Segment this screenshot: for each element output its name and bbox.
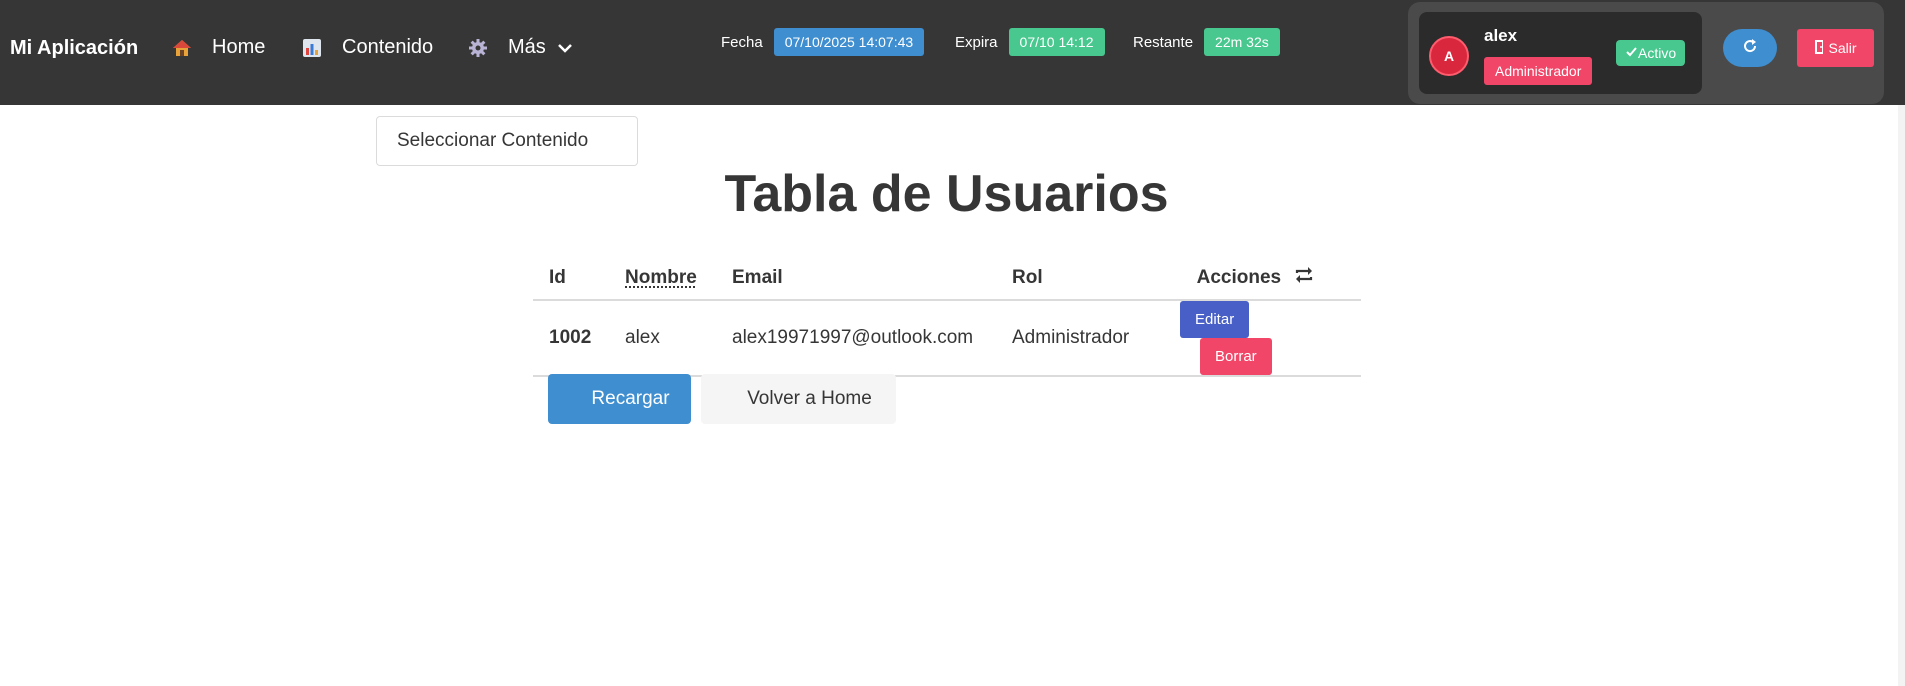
brand-title[interactable]: Mi Aplicación bbox=[10, 37, 138, 60]
user-status-label: Activo bbox=[1638, 45, 1677, 61]
cell-name: alex bbox=[609, 300, 716, 377]
refresh-icon bbox=[1742, 38, 1758, 59]
bar-chart-icon bbox=[302, 38, 322, 58]
cell-id: 1002 bbox=[533, 300, 609, 377]
cell-actions: Editar Borrar bbox=[1150, 300, 1361, 377]
nav-home[interactable]: Home bbox=[172, 36, 265, 59]
nav-content[interactable]: Contenido bbox=[302, 36, 433, 59]
nav-home-label: Home bbox=[212, 36, 266, 58]
refresh-session-button[interactable] bbox=[1723, 29, 1777, 67]
navbar: Mi Aplicación Home Contenido Más Fecha 0… bbox=[0, 0, 1905, 105]
check-icon bbox=[1625, 45, 1638, 61]
table-header-row: Id Nombre Email Rol Acciones bbox=[533, 257, 1361, 301]
reload-button[interactable]: Recargar bbox=[548, 374, 691, 424]
delete-button[interactable]: Borrar bbox=[1200, 338, 1272, 375]
session-date: Fecha 07/10/2025 14:07:43 bbox=[721, 28, 925, 56]
sort-arrows-icon[interactable] bbox=[1294, 266, 1314, 290]
col-role: Rol bbox=[996, 257, 1150, 301]
door-icon bbox=[1814, 39, 1828, 58]
avatar[interactable]: A bbox=[1429, 36, 1469, 76]
nav-content-label: Contenido bbox=[342, 36, 434, 58]
cell-email: alex19971997@outlook.com bbox=[716, 300, 996, 377]
logout-label: Salir bbox=[1828, 40, 1857, 56]
gear-icon bbox=[468, 38, 488, 58]
session-date-tag: 07/10/2025 14:07:43 bbox=[773, 28, 925, 56]
content-select[interactable]: Seleccionar Contenido bbox=[376, 116, 638, 166]
session-remaining-tag: 22m 32s bbox=[1204, 28, 1280, 56]
session-remaining: Restante 22m 32s bbox=[1133, 28, 1280, 56]
user-status-badge: Activo bbox=[1616, 40, 1686, 66]
col-actions: Acciones bbox=[1150, 257, 1361, 301]
session-date-label: Fecha bbox=[721, 33, 763, 51]
house-icon bbox=[172, 38, 192, 58]
users-table: Id Nombre Email Rol Acciones 1002 alex a… bbox=[533, 257, 1361, 377]
col-actions-label: Acciones bbox=[1196, 267, 1282, 289]
nav-more-label: Más bbox=[508, 36, 546, 58]
user-role-badge: Administrador bbox=[1484, 57, 1593, 85]
nav-more-dropdown[interactable]: Más bbox=[468, 36, 574, 59]
page-title: Tabla de Usuarios bbox=[724, 165, 1169, 223]
scrollbar[interactable] bbox=[1898, 105, 1905, 686]
session-expires-label: Expira bbox=[955, 33, 998, 51]
chevron-down-icon bbox=[556, 39, 574, 57]
table-row: 1002 alex alex19971997@outlook.com Admin… bbox=[533, 300, 1361, 377]
back-home-button[interactable]: Volver a Home bbox=[701, 374, 896, 424]
session-expires-tag: 07/10 14:12 bbox=[1008, 28, 1105, 56]
cell-role: Administrador bbox=[996, 300, 1150, 377]
session-expires: Expira 07/10 14:12 bbox=[955, 28, 1105, 56]
user-name: alex bbox=[1484, 26, 1518, 45]
logout-button[interactable]: Salir bbox=[1797, 29, 1874, 67]
edit-button[interactable]: Editar bbox=[1180, 301, 1250, 338]
col-email: Email bbox=[716, 257, 996, 301]
session-remaining-label: Restante bbox=[1133, 33, 1194, 51]
col-name: Nombre bbox=[609, 257, 716, 301]
user-card: A alex Administrador Activo bbox=[1419, 12, 1702, 94]
col-id: Id bbox=[533, 257, 609, 301]
col-name-label: Nombre bbox=[625, 267, 697, 288]
